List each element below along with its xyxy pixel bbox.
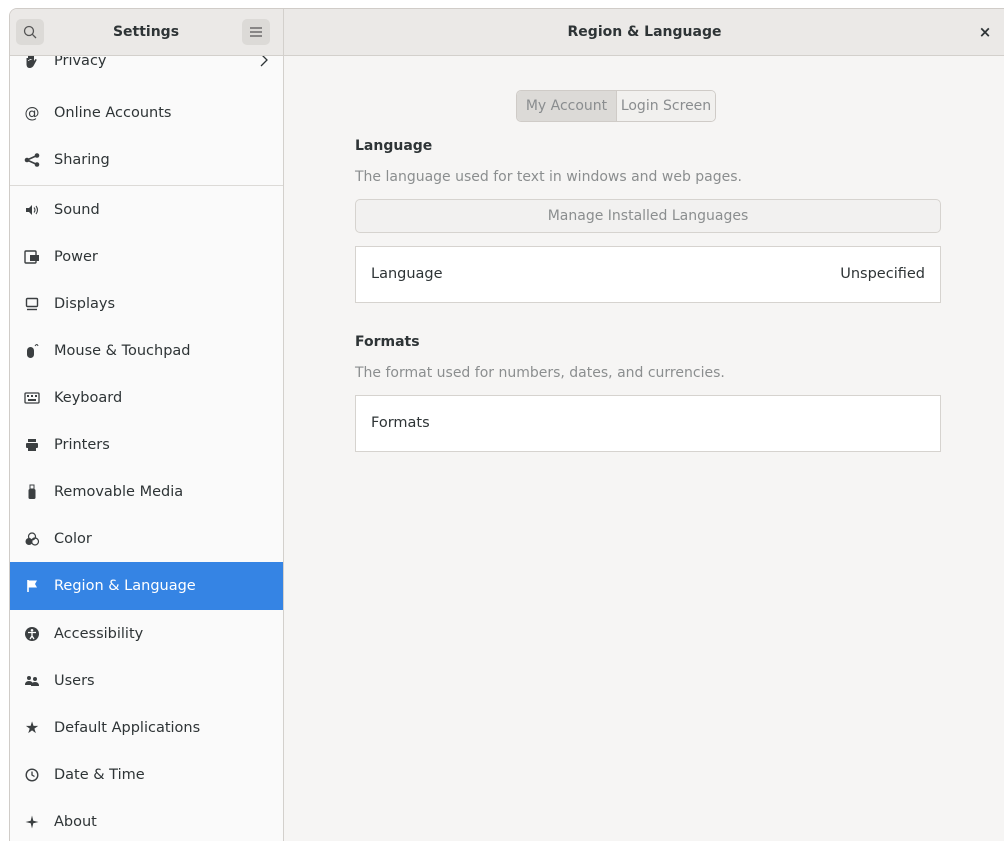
main-content: My Account Login Screen Language The lan… [284,56,1004,841]
users-icon [10,675,54,687]
sidebar-item-label: Keyboard [54,389,123,406]
sidebar-item-label: Privacy [54,56,107,69]
sidebar-item-mouse-touchpad[interactable]: Mouse & Touchpad [10,327,283,374]
flag-icon [10,579,54,593]
menu-button[interactable] [242,19,270,45]
sidebar-item-power[interactable]: Power [10,233,283,280]
sidebar-item-online-accounts[interactable]: @ Online Accounts [10,89,283,136]
sidebar-item-region-language[interactable]: Region & Language [10,562,283,610]
share-icon [10,152,54,167]
sidebar-item-label: Mouse & Touchpad [54,342,191,359]
sidebar-header: Settings [10,9,284,55]
speaker-icon [10,204,54,216]
usb-icon [10,484,54,500]
sidebar-item-privacy[interactable]: Privacy [10,56,283,79]
keyboard-icon [10,391,54,404]
tab-login-screen[interactable]: Login Screen [617,91,715,121]
star-icon: ★ [24,718,40,737]
sparkle-icon [10,815,54,829]
battery-icon [10,249,54,264]
sidebar-item-label: Default Applications [54,719,201,736]
mouse-icon [10,343,54,359]
search-icon [23,25,37,39]
account-tab-switcher: My Account Login Screen [516,90,716,122]
sidebar-item-users[interactable]: Users [10,657,283,704]
tab-my-account[interactable]: My Account [517,91,617,121]
color-icon [10,531,54,546]
close-button[interactable]: × [974,21,996,43]
manage-installed-languages-button[interactable]: Manage Installed Languages [355,199,941,233]
sidebar-item-label: Accessibility [54,625,144,642]
sidebar-item-label: Removable Media [54,483,184,500]
formats-section-description: The format used for numbers, dates, and … [355,365,725,381]
close-icon: × [978,23,992,41]
formats-row[interactable]: Formats [355,395,941,452]
chevron-right-icon [260,56,268,67]
sidebar-item-label: Sound [54,201,100,218]
sidebar-item-printers[interactable]: Printers [10,421,283,468]
sidebar-item-removable-media[interactable]: Removable Media [10,468,283,515]
sidebar-item-label: About [54,813,97,830]
accessibility-icon [10,626,54,642]
sidebar-item-label: Online Accounts [54,104,172,121]
sidebar-item-label: Power [54,248,98,265]
sidebar-item-date-time[interactable]: Date & Time [10,751,283,798]
sidebar-item-label: Displays [54,295,116,312]
formats-section-title: Formats [355,334,420,350]
language-section-description: The language used for text in windows an… [355,169,742,185]
sidebar-item-accessibility[interactable]: Accessibility [10,610,283,657]
hand-icon [10,56,54,69]
sidebar-item-label: Users [54,672,95,689]
clock-icon [10,767,54,782]
sidebar-item-label: Date & Time [54,766,145,783]
printer-icon [10,438,54,452]
sidebar-item-displays[interactable]: Displays [10,280,283,327]
sidebar-item-default-applications[interactable]: ★ Default Applications [10,704,283,751]
at-icon: @ [24,103,40,122]
language-section-title: Language [355,138,433,154]
header-bar: Settings Region & Language × [10,9,1004,56]
sidebar-item-label: Color [54,530,92,547]
sidebar-item-label: Printers [54,436,110,453]
monitor-icon [10,297,54,311]
sidebar: Privacy @ Online Accounts Sharing Sound … [10,56,284,841]
sidebar-item-color[interactable]: Color [10,515,283,562]
sidebar-item-sharing[interactable]: Sharing [10,136,283,183]
formats-row-label: Formats [371,415,430,431]
language-row[interactable]: Language Unspecified [355,246,941,303]
language-row-label: Language [371,266,443,282]
sidebar-item-keyboard[interactable]: Keyboard [10,374,283,421]
page-title: Region & Language [567,24,722,40]
language-row-value: Unspecified [840,266,925,282]
sidebar-item-sound[interactable]: Sound [10,186,283,233]
hamburger-menu-icon [250,27,262,37]
sidebar-item-label: Sharing [54,151,110,168]
sidebar-item-label: Region & Language [54,578,196,594]
search-button[interactable] [16,19,44,45]
settings-window: Settings Region & Language × Privacy @ O… [9,8,1004,841]
sidebar-item-about[interactable]: About [10,798,283,841]
sidebar-title: Settings [112,24,180,40]
